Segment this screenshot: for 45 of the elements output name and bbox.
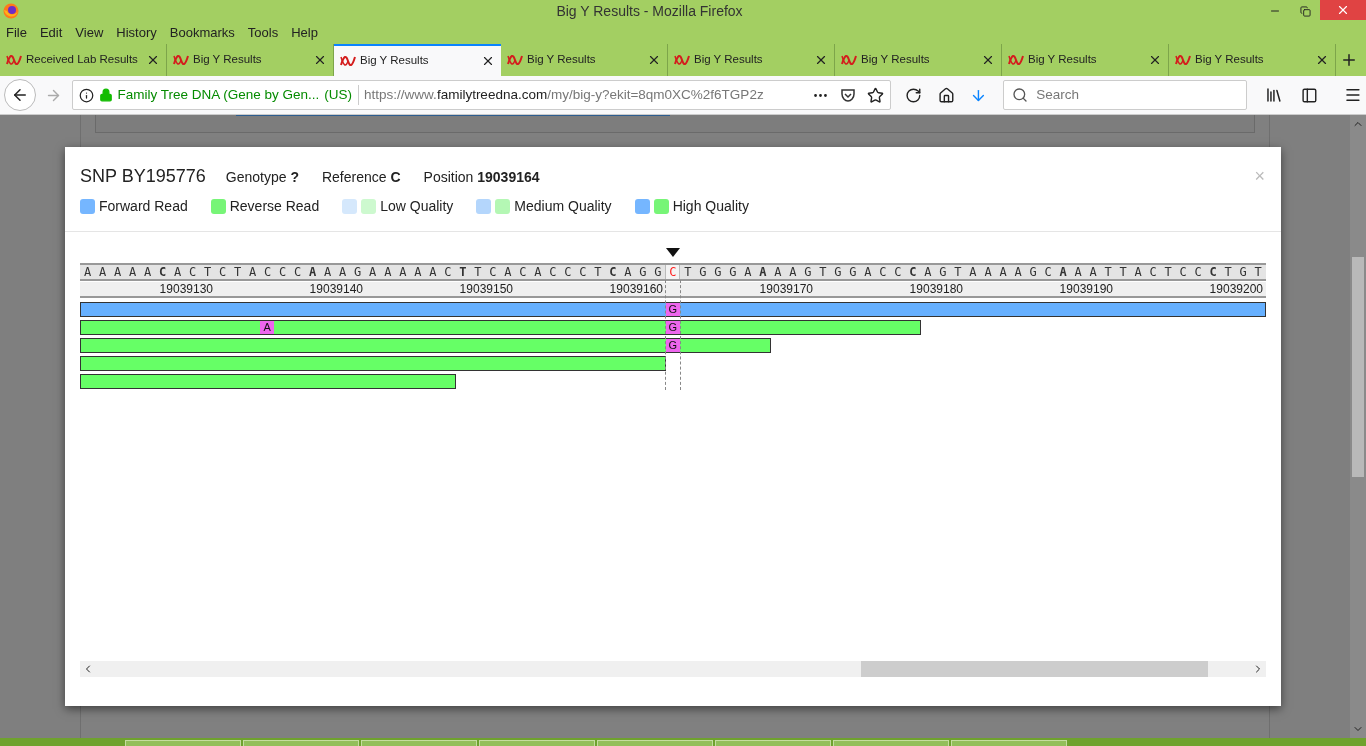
snp-fact: Position 19039164 [423,168,540,187]
search-field[interactable]: Search [1003,80,1248,110]
menu-item[interactable]: Tools [247,23,279,43]
ruler-label: 19039190 [1058,282,1113,296]
window-title: Big Y Results - Mozilla Firefox [555,1,744,21]
tab-title: Big Y Results [694,52,764,68]
tab-title: Big Y Results [527,52,597,68]
menu-item[interactable]: Help [291,23,318,43]
menu-item[interactable]: File [6,23,27,43]
ruler-label: 19039140 [308,282,363,296]
reference-base: C [665,265,681,279]
tab-title: Received Lab Results [26,52,139,68]
site-country: (US) [324,84,360,106]
mismatch-base: G [665,303,680,316]
mismatch-base: G [665,339,680,352]
menu-item[interactable]: View [75,23,104,43]
mismatch-base: A [260,321,275,334]
ruler-label: 19039130 [158,282,213,296]
mismatch-base: G [665,321,680,334]
url-text: https://www.familytreedna.com/my/big-y?ekit=8qm0XC%2f6TGP2z [364,85,765,104]
search-input[interactable]: Search [1036,84,1237,106]
snp-fact: Genotype ? [225,168,299,187]
legend-label: High Quality [672,197,749,216]
legend-label: Low Quality [380,197,454,216]
ruler-label: 19039200 [1208,282,1263,296]
tab-title: Big Y Results [861,52,931,68]
ruler-label: 19039170 [758,282,813,296]
tab-title: Big Y Results [1195,52,1265,68]
site-identity: Family Tree DNA (Gene by Gen... [117,85,320,104]
ruler-label: 19039180 [908,282,963,296]
menu-item[interactable]: History [116,23,157,43]
legend-label: Reverse Read [229,197,320,216]
browser-tab[interactable]: Big Y Results [334,44,501,76]
snp-fact: Reference C [321,168,401,187]
ruler-label: 19039150 [458,282,513,296]
tab-title: Big Y Results [193,52,263,68]
dialog-title: SNP BY195776 [80,165,206,188]
ruler-label: 19039160 [608,282,663,296]
legend-label: Medium Quality [514,197,612,216]
address-field[interactable]: Family Tree DNA (Gene by Gen... (US) https://www.familytreedna.com/my/big-y?ekit=8qm0XC%2f6TGP2z [71,80,891,110]
tab-title: Big Y Results [1028,52,1098,68]
legend-label: Forward Read [99,197,188,216]
tab-title: Big Y Results [360,53,430,69]
menu-item[interactable]: Bookmarks [169,23,235,43]
menu-item[interactable]: Edit [39,23,63,43]
